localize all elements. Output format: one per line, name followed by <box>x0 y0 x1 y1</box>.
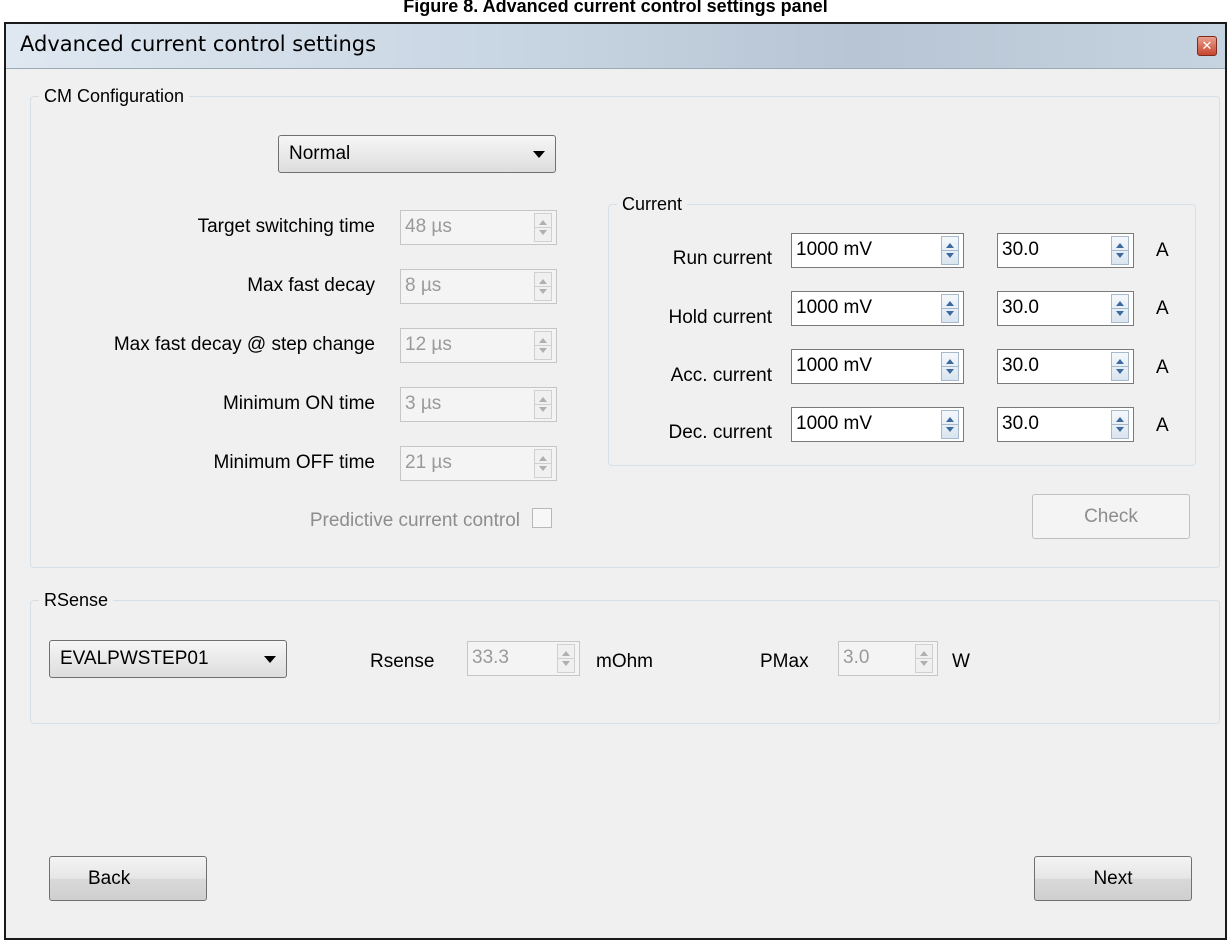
pmax-spinner[interactable]: 3.0 <box>838 641 938 676</box>
timing-label: Target switching time <box>197 216 375 237</box>
back-button[interactable]: Back <box>49 856 207 901</box>
spinner-value: 33.3 <box>472 647 509 668</box>
run-current-mv-spinner[interactable]: 1000 mV <box>791 233 964 268</box>
title-bar: Advanced current control settings ✕ <box>6 24 1225 69</box>
rsense-label: Rsense <box>370 651 435 672</box>
spinner-arrows-icon[interactable] <box>534 331 552 360</box>
spinner-value: 30.0 <box>1002 297 1039 318</box>
dec-current-amps-spinner[interactable]: 30.0 <box>997 407 1134 442</box>
acc-current-amps-spinner[interactable]: 30.0 <box>997 349 1134 384</box>
figure-caption: Figure 8. Advanced current control setti… <box>403 0 828 16</box>
next-button[interactable]: Next <box>1034 856 1192 901</box>
settings-window: Advanced current control settings ✕ CM C… <box>4 22 1227 940</box>
spinner-arrows-icon[interactable] <box>1111 410 1129 439</box>
max-fast-decay-spinner[interactable]: 8 µs <box>400 269 557 304</box>
spinner-arrows-icon[interactable] <box>534 213 552 242</box>
spinner-value: 12 µs <box>405 334 452 355</box>
spinner-value: 3 µs <box>405 393 442 414</box>
current-group-label: Current <box>617 192 688 216</box>
timing-label: Max fast decay <box>247 275 375 296</box>
amps-unit-label: A <box>1156 357 1169 378</box>
spinner-value: 30.0 <box>1002 413 1039 434</box>
pmax-label: PMax <box>760 651 809 672</box>
dec-current-mv-spinner[interactable]: 1000 mV <box>791 407 964 442</box>
run-current-amps-spinner[interactable]: 30.0 <box>997 233 1134 268</box>
window-title: Advanced current control settings <box>20 32 377 56</box>
spinner-arrows-icon[interactable] <box>557 644 575 673</box>
close-button[interactable]: ✕ <box>1197 36 1217 56</box>
spinner-value: 1000 mV <box>796 413 873 434</box>
minimum-off-time-spinner[interactable]: 21 µs <box>400 446 557 481</box>
spinner-arrows-icon[interactable] <box>1111 294 1129 323</box>
board-dropdown[interactable]: EVALPWSTEP01 <box>49 640 287 678</box>
spinner-value: 1000 mV <box>796 239 873 260</box>
rsense-unit-label: mOhm <box>596 651 653 672</box>
timing-label: Minimum OFF time <box>213 452 376 473</box>
pmax-unit-label: W <box>952 651 970 672</box>
spinner-arrows-icon[interactable] <box>534 272 552 301</box>
timing-label: Max fast decay @ step change <box>113 334 375 355</box>
spinner-value: 3.0 <box>843 647 870 668</box>
spinner-arrows-icon[interactable] <box>941 410 959 439</box>
spinner-arrows-icon[interactable] <box>534 390 552 419</box>
spinner-arrows-icon[interactable] <box>1111 236 1129 265</box>
spinner-arrows-icon[interactable] <box>915 644 933 673</box>
check-button[interactable]: Check <box>1032 494 1190 539</box>
mode-selected-value: Normal <box>289 143 351 164</box>
current-row-label: Acc. current <box>670 365 772 386</box>
minimum-on-time-spinner[interactable]: 3 µs <box>400 387 557 422</box>
mode-dropdown[interactable]: Normal <box>278 135 556 173</box>
amps-unit-label: A <box>1156 415 1169 436</box>
current-row-label: Run current <box>672 248 772 269</box>
spinner-arrows-icon[interactable] <box>534 449 552 478</box>
close-icon: ✕ <box>1201 38 1213 53</box>
amps-unit-label: A <box>1156 240 1169 261</box>
max-fast-decay-step-spinner[interactable]: 12 µs <box>400 328 557 363</box>
chevron-down-icon <box>264 656 276 663</box>
spinner-value: 1000 mV <box>796 355 873 376</box>
spinner-arrows-icon[interactable] <box>941 294 959 323</box>
spinner-value: 30.0 <box>1002 355 1039 376</box>
amps-unit-label: A <box>1156 298 1169 319</box>
predictive-current-control-label: Predictive current control <box>309 510 520 531</box>
rsense-group-label: RSense <box>39 588 114 612</box>
timing-label: Minimum ON time <box>222 393 375 414</box>
spinner-value: 30.0 <box>1002 239 1039 260</box>
spinner-arrows-icon[interactable] <box>1111 352 1129 381</box>
hold-current-amps-spinner[interactable]: 30.0 <box>997 291 1134 326</box>
spinner-arrows-icon[interactable] <box>941 352 959 381</box>
cm-configuration-label: CM Configuration <box>39 84 190 108</box>
current-row-label: Hold current <box>668 307 773 328</box>
target-switching-time-spinner[interactable]: 48 µs <box>400 210 557 245</box>
current-row-label: Dec. current <box>668 422 772 443</box>
spinner-value: 1000 mV <box>796 297 873 318</box>
chevron-down-icon <box>533 151 545 158</box>
rsense-spinner[interactable]: 33.3 <box>467 641 580 676</box>
predictive-current-control-checkbox[interactable] <box>532 508 552 528</box>
spinner-arrows-icon[interactable] <box>941 236 959 265</box>
board-selected-value: EVALPWSTEP01 <box>60 648 209 669</box>
spinner-value: 48 µs <box>405 216 452 237</box>
spinner-value: 21 µs <box>405 452 452 473</box>
hold-current-mv-spinner[interactable]: 1000 mV <box>791 291 964 326</box>
acc-current-mv-spinner[interactable]: 1000 mV <box>791 349 964 384</box>
spinner-value: 8 µs <box>405 275 442 296</box>
